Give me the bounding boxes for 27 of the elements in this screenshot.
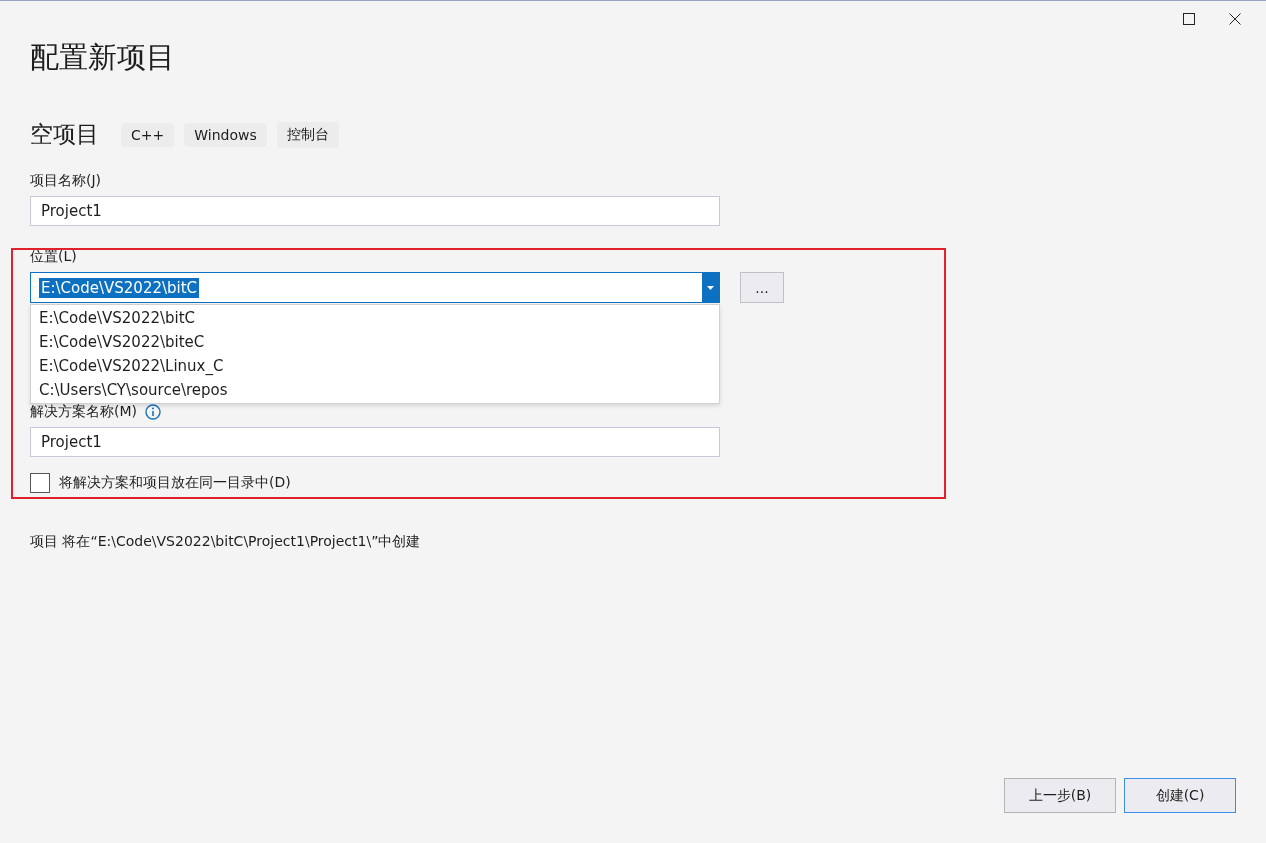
template-tag: Windows: [184, 122, 267, 147]
browse-button[interactable]: ...: [740, 272, 784, 303]
dropdown-option[interactable]: C:\Users\CY\source\repos: [31, 378, 236, 402]
dropdown-button[interactable]: [702, 273, 719, 302]
project-name-field[interactable]: Project1: [30, 196, 720, 226]
checkbox[interactable]: [30, 473, 50, 493]
caret-icon: [707, 285, 714, 290]
solution-name-field[interactable]: Project1: [30, 427, 720, 457]
template-tag: C++: [121, 122, 175, 147]
dropdown-option[interactable]: E:\Code\VS2022\bitC: [31, 306, 204, 330]
location-value: E:\Code\VS2022\bitC: [39, 277, 200, 298]
maximize-icon: [1183, 13, 1195, 25]
summary-text: 项目 将在“E:\Code\VS2022\bitC\Project1\Project1\”中创建: [30, 533, 421, 551]
template-name: 空项目: [30, 120, 99, 149]
info-icon[interactable]: [145, 404, 161, 420]
dropdown-option[interactable]: E:\Code\VS2022\biteC: [31, 330, 213, 354]
close-icon: [1229, 13, 1241, 25]
dialog-button[interactable]: 创建(C): [1124, 778, 1236, 813]
checkbox-label: 将解决方案和项目放在同一目录中(D): [59, 474, 291, 492]
template-tag: 控制台: [276, 121, 339, 148]
window-title: 配置新项目: [30, 39, 175, 76]
project-name-label: 项目名称(J): [30, 172, 102, 190]
dialog-button[interactable]: 上一步(B): [1004, 778, 1116, 813]
solution-name-label: 解决方案名称(M): [30, 403, 137, 421]
dropdown-option[interactable]: E:\Code\VS2022\Linux_C: [31, 354, 232, 378]
location-label: 位置(L): [30, 248, 77, 266]
location-combo-box[interactable]: E:\Code\VS2022\bitC: [30, 272, 720, 303]
